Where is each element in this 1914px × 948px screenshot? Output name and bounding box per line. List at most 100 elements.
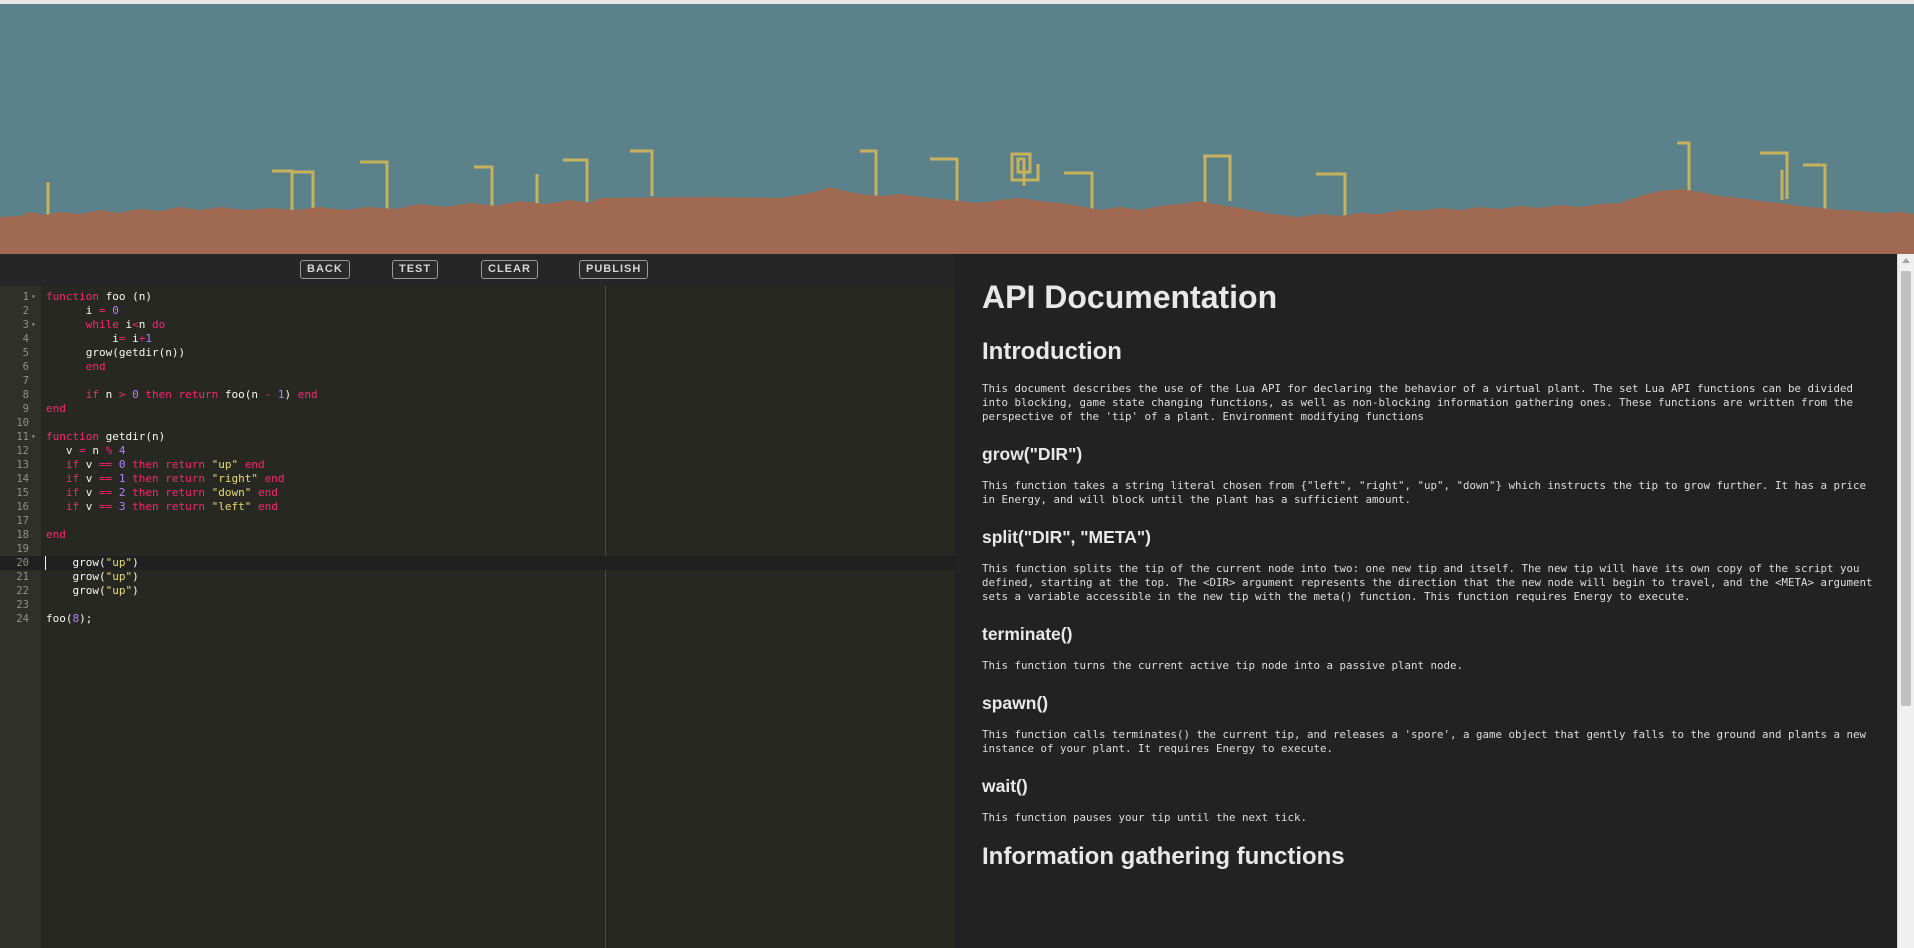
terrain-canvas <box>0 4 1914 254</box>
code-editor[interactable]: 1 ▾ function foo (n) 2 i = 0 3 ▾ while i<n do… <box>0 286 955 948</box>
code-line[interactable]: 6 end <box>0 360 955 374</box>
line-number: 9 <box>22 403 29 415</box>
intro-text: This document describes the use of the L… <box>982 382 1854 423</box>
test-button[interactable]: TEST <box>392 260 439 279</box>
code-line[interactable]: 24 foo(8); <box>0 612 955 626</box>
code-token: end <box>46 402 66 415</box>
function-description: This function pauses your tip until the … <box>982 811 1308 824</box>
code-token: = <box>98 304 106 317</box>
publish-button[interactable]: PUBLISH <box>579 260 649 279</box>
code-token: if <box>65 486 80 499</box>
game-scene <box>0 4 1914 254</box>
code-line[interactable]: 4 i= i+1 <box>0 332 955 346</box>
code-token: ) <box>132 570 139 583</box>
line-number: 8 <box>22 389 29 401</box>
code-line[interactable]: 13 if v == 0 then return "up" end <box>0 458 955 472</box>
code-token: ); <box>79 612 93 625</box>
code-line[interactable]: 8 if n > 0 then return foo(n - 1) end <box>0 388 955 402</box>
code-token: end <box>46 528 66 541</box>
line-number: 16 <box>16 501 29 513</box>
line-number: 1 <box>22 291 29 303</box>
code-token: v <box>79 486 99 499</box>
code-token: 1 <box>118 472 126 485</box>
code-token: end <box>258 500 278 513</box>
code-token: 0 <box>132 388 139 401</box>
code-line[interactable]: 1 ▾ function foo (n) <box>0 290 955 304</box>
code-line[interactable]: 16 if v == 3 then return "left" end <box>0 500 955 514</box>
code-token: getdir(n) <box>98 430 166 443</box>
code-token: return <box>165 458 205 471</box>
line-number: 4 <box>22 333 29 345</box>
code-token: i <box>46 332 119 345</box>
code-text: v = n % 4 <box>46 444 126 458</box>
code-line[interactable]: 9 end <box>0 402 955 416</box>
code-text: grow(getdir(n)) <box>46 346 185 360</box>
code-text: i= i+1 <box>46 332 152 346</box>
code-token: then <box>132 472 159 485</box>
code-token: ) <box>132 584 139 597</box>
function-list: grow("DIR") This function takes a string … <box>982 443 1882 825</box>
docs-scrollbar[interactable] <box>1897 254 1914 948</box>
code-line[interactable]: 17 <box>0 514 955 528</box>
line-number: 24 <box>16 613 29 625</box>
code-text: if n > 0 then return foo(n - 1) end <box>46 388 318 402</box>
clear-button[interactable]: CLEAR <box>481 260 538 279</box>
code-line[interactable]: 12 v = n % 4 <box>0 444 955 458</box>
code-token: return <box>178 388 219 401</box>
code-token: return <box>165 500 205 513</box>
line-number: 19 <box>16 543 29 555</box>
code-line[interactable]: 15 if v == 2 then return "down" end <box>0 486 955 500</box>
code-line[interactable]: 7 <box>0 374 955 388</box>
code-line[interactable]: 21 grow("up") <box>0 570 955 584</box>
code-line[interactable]: 14 if v == 1 then return "right" end <box>0 472 955 486</box>
fold-arrow-icon[interactable]: ▾ <box>31 318 36 332</box>
code-line[interactable]: 2 i = 0 <box>0 304 955 318</box>
back-button[interactable]: BACK <box>300 260 350 279</box>
code-line[interactable]: 19 <box>0 542 955 556</box>
function-heading: split("DIR", "META") <box>982 527 1151 547</box>
line-number: 18 <box>16 529 29 541</box>
code-token: 1 <box>145 332 152 345</box>
function-heading: terminate() <box>982 624 1073 644</box>
code-line[interactable]: 11 ▾ function getdir(n) <box>0 430 955 444</box>
function-heading: grow("DIR") <box>982 444 1083 464</box>
function-description: This function splits the tip of the curr… <box>982 562 1873 603</box>
scroll-up-arrow-icon[interactable] <box>1902 258 1910 263</box>
code-token: ) <box>132 556 139 569</box>
code-token: "up" <box>105 556 133 569</box>
code-token: grow( <box>46 556 106 569</box>
line-number: 3 <box>22 319 29 331</box>
code-token: end <box>258 486 278 499</box>
code-line[interactable]: 23 <box>0 598 955 612</box>
docs-title: API Documentation <box>982 279 1278 315</box>
fold-arrow-icon[interactable]: ▾ <box>31 430 36 444</box>
line-number: 11 <box>16 431 29 443</box>
code-token: function <box>46 430 99 443</box>
code-line[interactable]: 3 ▾ while i<n do <box>0 318 955 332</box>
code-line[interactable]: 20 grow("up") <box>0 556 955 570</box>
code-token: "up" <box>211 458 239 471</box>
code-line[interactable]: 10 <box>0 416 955 430</box>
editor-toolbar: BACK TEST CLEAR PUBLISH <box>0 254 955 286</box>
code-line[interactable]: 22 grow("up") <box>0 584 955 598</box>
scrollbar-thumb[interactable] <box>1901 271 1911 706</box>
code-token: grow( <box>46 584 106 597</box>
function-description: This function calls terminates() the cur… <box>982 728 1867 755</box>
code-line[interactable]: 5 grow(getdir(n)) <box>0 346 955 360</box>
info-gathering-heading: Information gathering functions <box>982 843 1345 870</box>
code-line[interactable]: 18 end <box>0 528 955 542</box>
line-number: 20 <box>16 557 29 569</box>
fold-arrow-icon[interactable]: ▾ <box>31 290 36 304</box>
code-token: if <box>65 458 80 471</box>
